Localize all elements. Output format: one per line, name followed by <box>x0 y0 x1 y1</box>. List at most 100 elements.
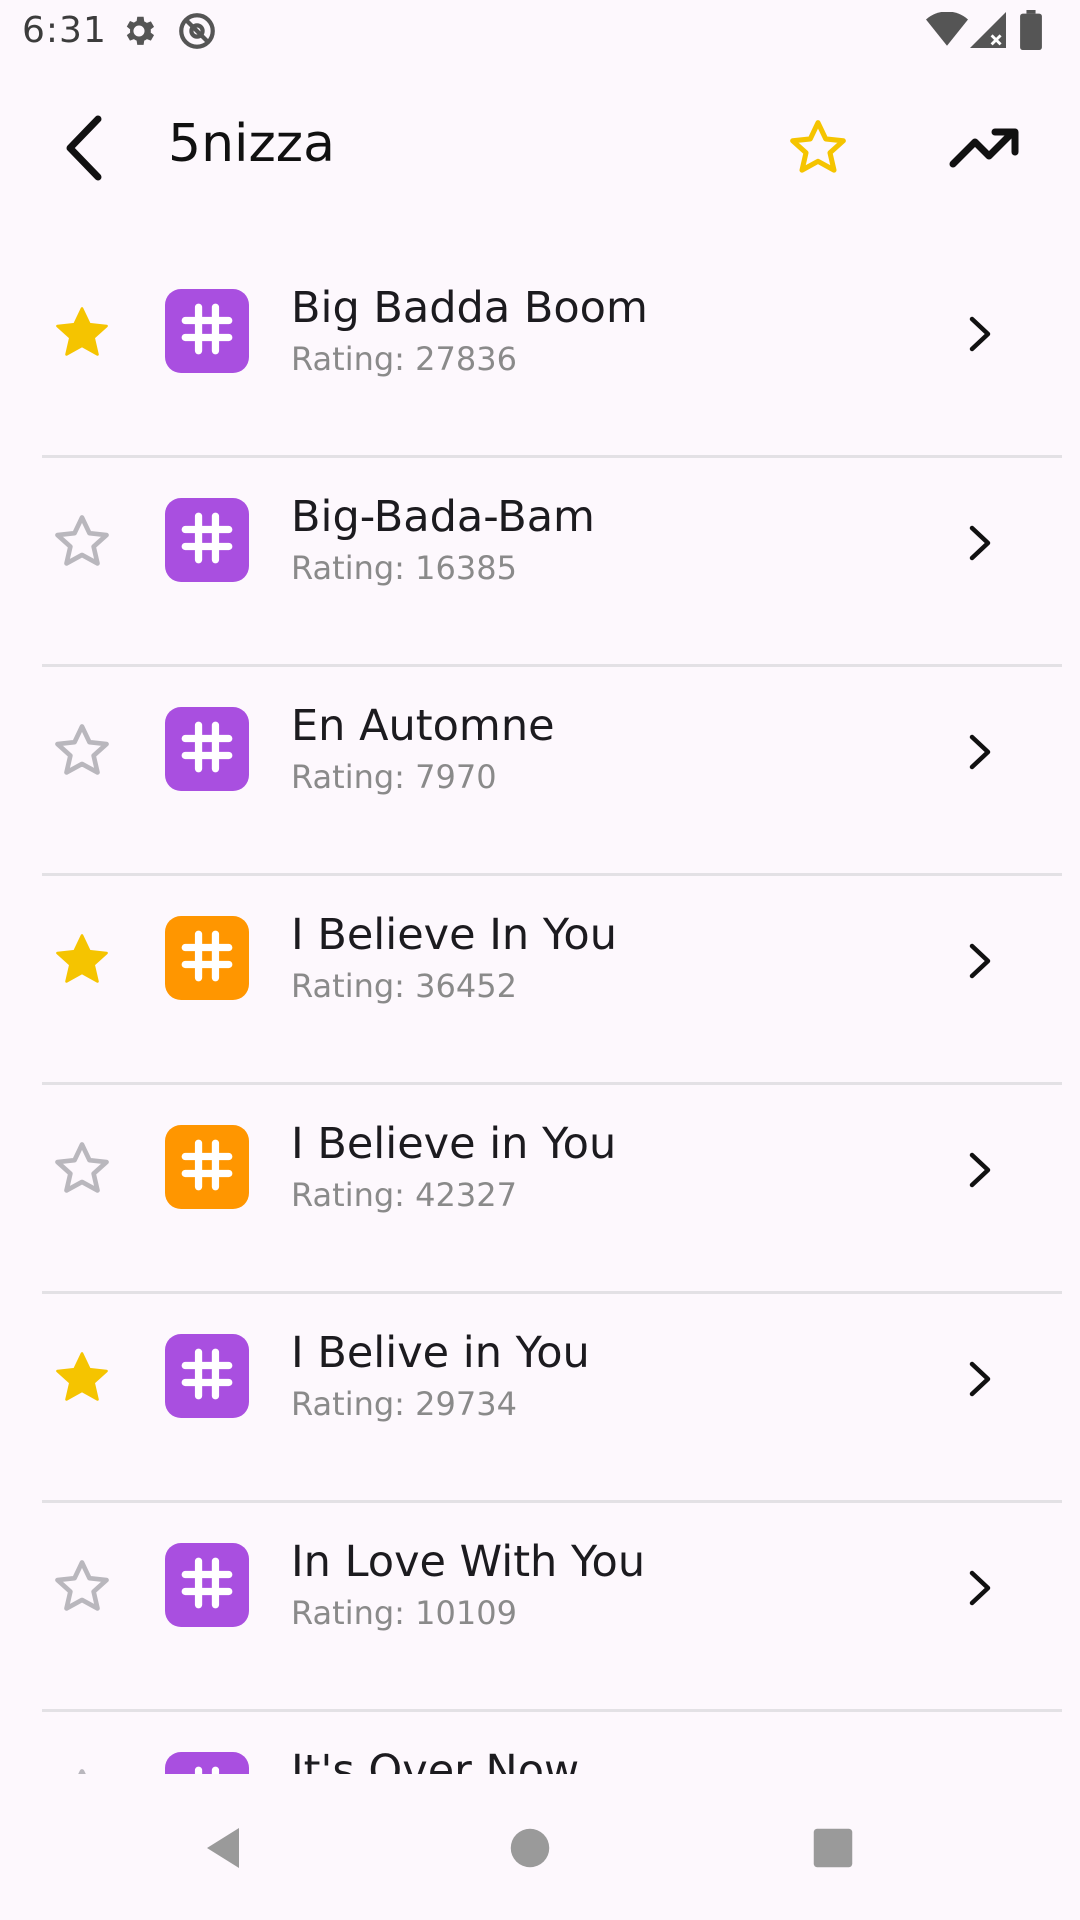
hash-icon <box>178 509 236 571</box>
song-rating: Rating: 16385 <box>291 549 517 587</box>
star-outline-icon <box>50 1138 114 1204</box>
chevron-right-icon <box>967 941 993 985</box>
hash-icon <box>178 1136 236 1198</box>
hash-icon <box>178 718 236 780</box>
system-nav-bar <box>0 1774 1080 1920</box>
star-outline-icon <box>50 1556 114 1622</box>
status-time: 6:31 <box>22 10 107 51</box>
song-row[interactable]: I Believe in You Rating: 42327 <box>0 1082 1080 1294</box>
star-outline-icon <box>785 116 851 184</box>
song-row[interactable]: Big-Bada-Bam Rating: 16385 <box>0 455 1080 667</box>
chevron-right-icon <box>967 1150 993 1194</box>
back-button[interactable] <box>40 102 126 198</box>
wifi-icon <box>926 11 968 52</box>
song-hash-tile <box>165 498 249 582</box>
chevron-right-icon <box>967 1359 993 1403</box>
favorite-artist-button[interactable] <box>770 102 866 198</box>
song-title: Big Badda Boom <box>291 283 648 333</box>
song-texts: Big-Bada-Bam Rating: 16385 <box>291 491 931 591</box>
star-outline-icon <box>50 720 114 786</box>
chevron-right-icon <box>967 523 993 567</box>
favorite-toggle-off[interactable] <box>46 1135 118 1207</box>
chevron-right-icon <box>967 732 993 776</box>
cell-signal-icon <box>970 12 1006 52</box>
song-texts: In Love With You Rating: 10109 <box>291 1536 931 1636</box>
chevron-right-icon <box>967 1568 993 1612</box>
hash-icon <box>178 300 236 362</box>
trending-button[interactable] <box>930 102 1040 198</box>
song-row[interactable]: Big Badda Boom Rating: 27836 <box>0 246 1080 458</box>
song-hash-tile <box>165 1334 249 1418</box>
song-rating: Rating: 29734 <box>291 1385 517 1423</box>
star-outline-icon <box>50 511 114 577</box>
battery-icon <box>1020 10 1042 54</box>
status-bar: 6:31 <box>0 0 1080 64</box>
song-rating: Rating: 36452 <box>291 967 517 1005</box>
back-triangle-icon <box>199 1824 247 1876</box>
open-song-button[interactable] <box>960 724 1000 784</box>
star-filled-icon <box>50 929 114 995</box>
star-filled-icon <box>50 302 114 368</box>
open-song-button[interactable] <box>960 1351 1000 1411</box>
favorite-toggle-off[interactable] <box>46 508 118 580</box>
song-texts: It's Over Now <box>291 1745 931 1774</box>
favorite-toggle-on[interactable] <box>46 926 118 998</box>
song-texts: Big Badda Boom Rating: 27836 <box>291 282 931 382</box>
song-row[interactable]: I Believe In You Rating: 36452 <box>0 873 1080 1085</box>
favorite-toggle-off[interactable] <box>46 1553 118 1625</box>
song-texts: En Automne Rating: 7970 <box>291 700 931 800</box>
song-rating: Rating: 7970 <box>291 758 497 796</box>
song-title: I Belive in You <box>291 1328 590 1378</box>
song-rating: Rating: 42327 <box>291 1176 517 1214</box>
song-row[interactable]: In Love With You Rating: 10109 <box>0 1500 1080 1712</box>
favorite-toggle-on[interactable] <box>46 299 118 371</box>
favorite-toggle-on[interactable] <box>46 1344 118 1416</box>
song-hash-tile <box>165 289 249 373</box>
song-hash-tile <box>165 707 249 791</box>
nav-recents-button[interactable] <box>793 1810 873 1890</box>
recents-square-icon <box>812 1827 854 1873</box>
song-texts: I Believe in You Rating: 42327 <box>291 1118 931 1218</box>
song-row[interactable]: I Belive in You Rating: 29734 <box>0 1291 1080 1503</box>
home-circle-icon <box>509 1827 551 1873</box>
song-title: I Believe in You <box>291 1119 617 1169</box>
open-song-button[interactable] <box>960 1560 1000 1620</box>
star-outline-icon <box>50 1765 114 1774</box>
open-song-button[interactable] <box>960 933 1000 993</box>
song-title: I Believe In You <box>291 910 617 960</box>
open-song-button[interactable] <box>960 515 1000 575</box>
song-texts: I Believe In You Rating: 36452 <box>291 909 931 1009</box>
song-hash-tile <box>165 1543 249 1627</box>
song-title: Big-Bada-Bam <box>291 492 595 542</box>
song-row[interactable]: It's Over Now <box>0 1709 1080 1774</box>
song-title: It's Over Now <box>291 1746 580 1774</box>
page-title: 5nizza <box>168 114 335 174</box>
open-song-button[interactable] <box>960 1142 1000 1202</box>
favorite-toggle-off[interactable] <box>46 1762 118 1774</box>
nav-home-button[interactable] <box>490 1810 570 1890</box>
star-filled-icon <box>50 1347 114 1413</box>
nav-back-button[interactable] <box>183 1810 263 1890</box>
song-texts: I Belive in You Rating: 29734 <box>291 1327 931 1427</box>
song-list[interactable]: Big Badda Boom Rating: 27836 Big-Bada-Ba… <box>0 246 1080 1774</box>
song-title: En Automne <box>291 701 555 751</box>
song-rating: Rating: 27836 <box>291 340 517 378</box>
at-sign-icon <box>176 10 218 56</box>
arrow-left-icon <box>58 113 108 187</box>
open-song-button[interactable] <box>960 306 1000 366</box>
app-bar: 5nizza <box>0 80 1080 220</box>
hash-icon <box>178 1554 236 1616</box>
hash-icon <box>178 1345 236 1407</box>
hash-icon <box>178 927 236 989</box>
chevron-right-icon <box>967 314 993 358</box>
trending-up-icon <box>949 126 1021 174</box>
favorite-toggle-off[interactable] <box>46 717 118 789</box>
song-hash-tile <box>165 1752 249 1774</box>
song-hash-tile <box>165 916 249 1000</box>
song-row[interactable]: En Automne Rating: 7970 <box>0 664 1080 876</box>
song-rating: Rating: 10109 <box>291 1594 517 1632</box>
song-hash-tile <box>165 1125 249 1209</box>
gear-icon <box>120 12 158 54</box>
song-title: In Love With You <box>291 1537 646 1587</box>
hash-icon <box>178 1763 236 1774</box>
